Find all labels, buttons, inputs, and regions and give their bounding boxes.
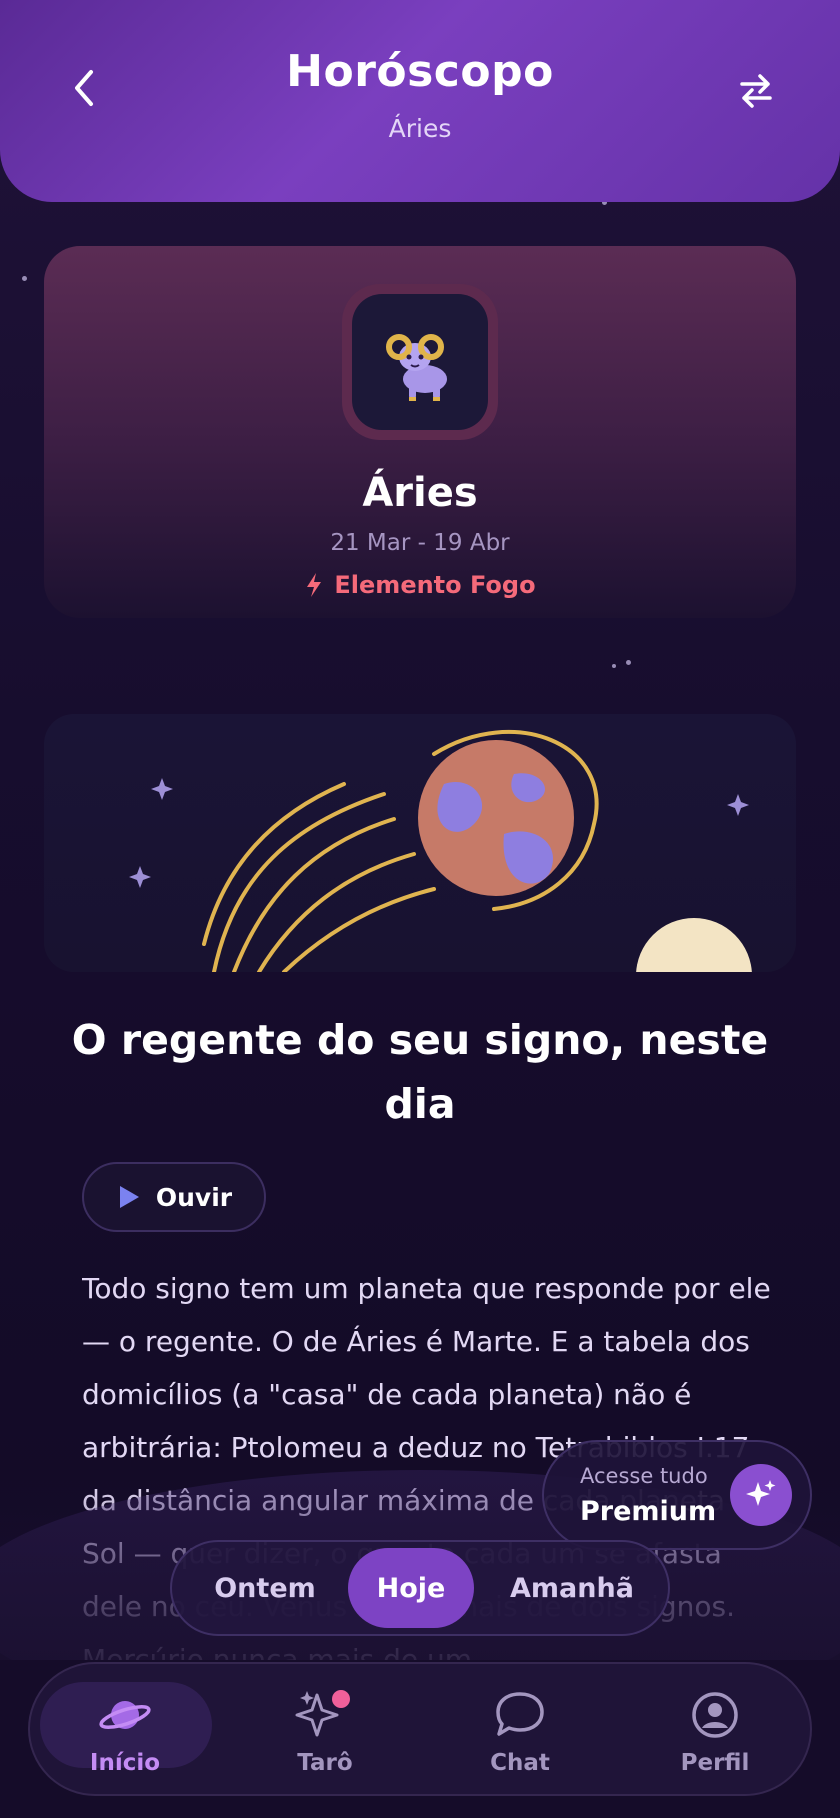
- premium-caption: Acesse tudo: [580, 1464, 708, 1488]
- planet-icon: [40, 1686, 210, 1744]
- premium-cta[interactable]: Acesse tudo Premium: [542, 1440, 812, 1550]
- header-bar: Horóscopo Áries: [0, 0, 840, 202]
- bottom-nav: Início Tarô Chat Perfil: [28, 1662, 812, 1796]
- sparkles-icon: [730, 1464, 792, 1526]
- lightning-icon: [307, 573, 322, 597]
- sign-dates: 21 Mar - 19 Abr: [330, 530, 510, 556]
- sign-element-label: Elemento Fogo: [334, 571, 536, 599]
- day-tab-today[interactable]: Hoje: [348, 1548, 474, 1628]
- article-title: O regente do seu signo, neste dia: [71, 1016, 769, 1128]
- day-tab-yesterday[interactable]: Ontem: [190, 1542, 340, 1634]
- nav-label-profile: Perfil: [680, 1750, 750, 1776]
- listen-button[interactable]: Ouvir: [82, 1162, 266, 1232]
- play-icon: [119, 1186, 139, 1208]
- user-icon: [630, 1686, 800, 1744]
- sparkles-icon: [240, 1686, 410, 1744]
- planet-illustration: [44, 714, 796, 972]
- day-switcher: Ontem Hoje Amanhã: [170, 1540, 670, 1636]
- nav-item-tarot[interactable]: Tarô: [240, 1664, 410, 1794]
- star-decoration: [626, 660, 631, 665]
- swap-arrows-icon: [740, 74, 772, 108]
- sign-name: Áries: [362, 470, 478, 516]
- page-title: Horóscopo: [286, 46, 554, 97]
- nav-label-tarot: Tarô: [297, 1750, 353, 1776]
- aries-ram-icon: [352, 294, 488, 430]
- star-decoration: [612, 664, 616, 668]
- nav-item-chat[interactable]: Chat: [435, 1664, 605, 1794]
- listen-label: Ouvir: [155, 1182, 233, 1212]
- star-decoration: [22, 276, 27, 281]
- day-tab-tomorrow[interactable]: Amanhã: [482, 1542, 662, 1634]
- premium-title: Premium: [580, 1496, 717, 1527]
- sign-avatar-frame: [342, 284, 498, 440]
- nav-item-home[interactable]: Início: [40, 1664, 212, 1794]
- swap-sign-button[interactable]: [730, 64, 782, 116]
- sign-element: Elemento Fogo: [0, 571, 840, 599]
- nav-label-chat: Chat: [490, 1750, 550, 1776]
- nav-item-profile[interactable]: Perfil: [630, 1664, 800, 1794]
- nav-label-home: Início: [89, 1750, 161, 1776]
- chat-bubble-icon: [435, 1686, 605, 1744]
- page-subtitle: Áries: [388, 114, 452, 143]
